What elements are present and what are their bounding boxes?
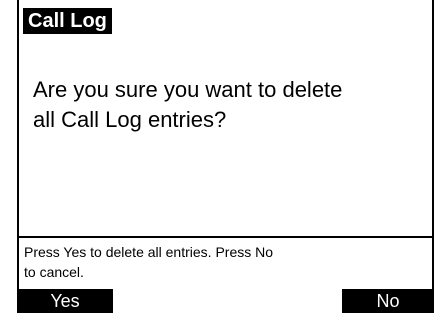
screen-border-right — [432, 0, 434, 289]
divider — [19, 236, 432, 238]
screen-title: Call Log — [23, 8, 112, 34]
instruction-hint: Press Yes to delete all entries. Press N… — [24, 244, 274, 280]
screen-border-left — [17, 0, 19, 289]
yes-softkey-button[interactable]: Yes — [17, 289, 113, 313]
confirmation-message: Are you sure you want to delete all Call… — [33, 77, 343, 132]
no-softkey-button[interactable]: No — [342, 289, 434, 313]
